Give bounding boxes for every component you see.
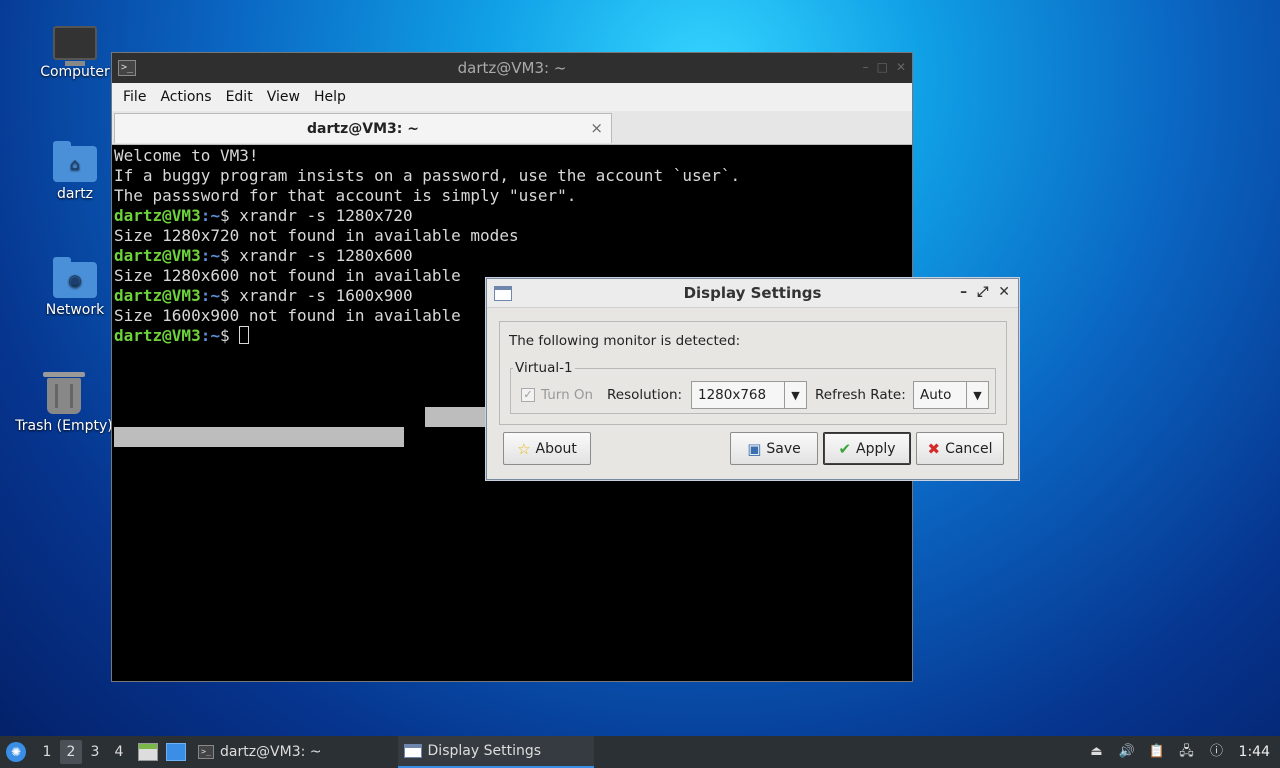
prompt-path: :~ — [200, 286, 220, 305]
tab-label: dartz@VM3: ~ — [307, 120, 419, 137]
monitor-group: Virtual-1 ✓ Turn On Resolution: 1280x768… — [510, 360, 996, 414]
star-icon: ☆ — [517, 439, 531, 458]
prompt-user: dartz@VM3 — [114, 326, 201, 345]
command-text: xrandr -s 1600x900 — [239, 286, 413, 305]
tab-close-icon[interactable]: × — [590, 119, 603, 137]
volume-icon[interactable]: 🔊 — [1119, 744, 1135, 760]
rendering-artifact — [114, 427, 404, 447]
menu-edit[interactable]: Edit — [219, 89, 260, 105]
maximize-icon[interactable]: □ — [877, 60, 888, 74]
about-button[interactable]: ☆ About — [503, 432, 591, 465]
floppy-disk-icon: ▣ — [747, 439, 762, 458]
terminal-icon: >_ — [198, 745, 214, 759]
prompt-user: dartz@VM3 — [114, 206, 201, 225]
refresh-rate-value: Auto — [920, 387, 952, 403]
clipboard-icon[interactable]: 📋 — [1149, 744, 1165, 760]
checkmark-icon: ✔ — [838, 439, 852, 458]
dialog-titlebar[interactable]: Display Settings – ⤢ ✕ — [487, 279, 1018, 308]
prompt-user: dartz@VM3 — [114, 286, 201, 305]
resolution-label: Resolution: — [607, 387, 683, 403]
desktop-icon-trash[interactable]: Trash (Empty) — [14, 370, 114, 434]
task-label: Display Settings — [427, 743, 542, 759]
output-line: If a buggy program insists on a password… — [114, 166, 741, 185]
command-text: xrandr -s 1280x720 — [239, 206, 413, 225]
prompt-path: :~ — [200, 246, 220, 265]
home-folder-icon: ⌂ — [53, 141, 97, 182]
prompt-path: :~ — [200, 326, 220, 345]
output-line: Welcome to VM3! — [114, 146, 259, 165]
prompt-line: dartz@VM3:~$ xrandr -s 1280x720 — [114, 206, 910, 226]
prompt-user: dartz@VM3 — [114, 246, 201, 265]
taskbar: ✺ 1 2 3 4 >_ dartz@VM3: ~ Display Settin… — [0, 736, 1280, 768]
save-label: Save — [766, 440, 801, 457]
tab-terminal[interactable]: dartz@VM3: ~ × — [114, 113, 612, 143]
chevron-down-icon: ▼ — [966, 382, 988, 408]
output-line: The passsword for that account is simply… — [114, 186, 577, 205]
minimize-icon[interactable]: – — [960, 284, 967, 300]
network-status-icon[interactable]: 🖧 — [1179, 744, 1195, 760]
close-icon[interactable]: ✕ — [998, 284, 1010, 300]
task-display-settings[interactable]: Display Settings — [397, 736, 594, 768]
desktop-icon-label: Trash (Empty) — [15, 418, 113, 434]
prompt-sign: $ — [219, 286, 240, 305]
system-tray: ⏏ 🔊 📋 🖧 ⓘ 1:44 — [1089, 736, 1280, 768]
network-folder-icon: ◉ — [53, 257, 97, 298]
workspace-4[interactable]: 4 — [108, 740, 130, 764]
save-button[interactable]: ▣ Save — [730, 432, 818, 465]
menu-file[interactable]: File — [116, 89, 153, 105]
turn-on-label: Turn On — [541, 387, 594, 403]
task-label: dartz@VM3: ~ — [220, 744, 322, 760]
rendering-artifact — [425, 407, 487, 427]
prompt-sign: $ — [219, 246, 240, 265]
cancel-label: Cancel — [945, 440, 993, 457]
resolution-select[interactable]: 1280x768 ▼ — [691, 381, 807, 409]
apply-button[interactable]: ✔ Apply — [823, 432, 911, 465]
checkbox-check-icon: ✓ — [521, 388, 535, 402]
file-manager-launcher-icon[interactable] — [138, 743, 158, 761]
eject-icon[interactable]: ⏏ — [1089, 744, 1105, 760]
clock[interactable]: 1:44 — [1239, 744, 1270, 760]
menu-actions[interactable]: Actions — [153, 89, 218, 105]
task-terminal[interactable]: >_ dartz@VM3: ~ — [192, 736, 328, 768]
detected-label: The following monitor is detected: — [509, 333, 741, 349]
trash-icon — [43, 372, 85, 414]
maximize-icon[interactable]: ⤢ — [977, 284, 988, 300]
close-icon[interactable]: ✕ — [896, 60, 906, 74]
command-text: xrandr -s 1280x600 — [239, 246, 413, 265]
about-label: About — [535, 440, 577, 457]
resolution-value: 1280x768 — [698, 387, 767, 403]
text-cursor — [239, 326, 250, 344]
tab-bar: dartz@VM3: ~ × — [112, 111, 912, 145]
cancel-button[interactable]: ✖ Cancel — [916, 432, 1004, 465]
display-settings-dialog[interactable]: Display Settings – ⤢ ✕ The following mon… — [486, 278, 1019, 480]
menu-help[interactable]: Help — [307, 89, 353, 105]
prompt-path: :~ — [200, 206, 220, 225]
apply-label: Apply — [856, 440, 896, 457]
menu-view[interactable]: View — [260, 89, 307, 105]
workspace-1[interactable]: 1 — [36, 740, 58, 764]
monitor-frame: The following monitor is detected: Virtu… — [499, 321, 1007, 425]
computer-icon — [53, 26, 97, 66]
window-title: dartz@VM3: ~ — [457, 59, 567, 77]
window-icon — [403, 744, 422, 758]
notification-icon[interactable]: ⓘ — [1209, 744, 1225, 760]
start-menu-icon[interactable]: ✺ — [6, 742, 26, 762]
prompt-sign: $ — [219, 326, 240, 345]
refresh-rate-select[interactable]: Auto ▼ — [913, 381, 989, 409]
terminal-titlebar[interactable]: >_ dartz@VM3: ~ – □ ✕ — [112, 53, 912, 83]
workspace-2[interactable]: 2 — [60, 740, 82, 764]
menubar: File Actions Edit View Help — [112, 83, 912, 111]
cancel-x-icon: ✖ — [927, 439, 941, 458]
dialog-title: Display Settings — [683, 284, 822, 302]
show-desktop-icon[interactable] — [166, 743, 186, 761]
turn-on-checkbox[interactable]: ✓ Turn On — [521, 387, 593, 403]
prompt-line: dartz@VM3:~$ xrandr -s 1280x600 — [114, 246, 910, 266]
refresh-rate-label: Refresh Rate: — [815, 387, 906, 403]
monitor-name: Virtual-1 — [513, 360, 575, 376]
prompt-sign: $ — [219, 206, 240, 225]
workspace-3[interactable]: 3 — [84, 740, 106, 764]
minimize-icon[interactable]: – — [863, 60, 869, 74]
chevron-down-icon: ▼ — [784, 382, 806, 408]
output-line: Size 1280x720 not found in available mod… — [114, 226, 519, 245]
